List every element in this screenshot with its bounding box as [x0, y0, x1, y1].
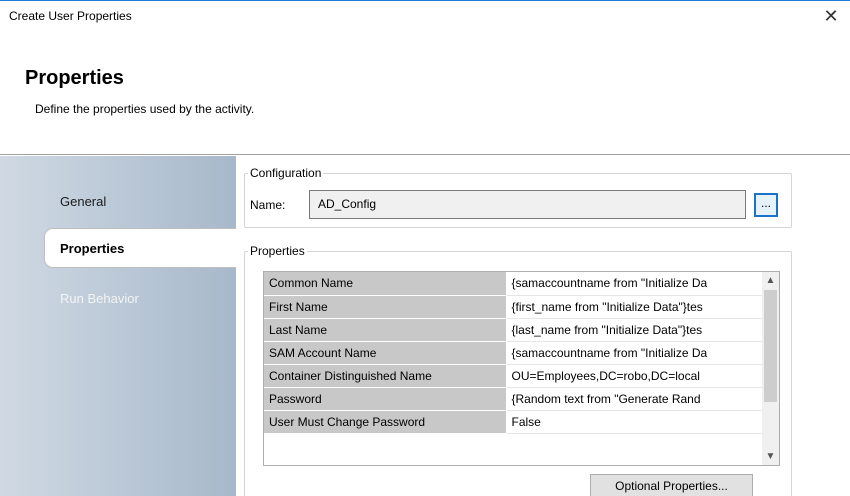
property-name: Last Name: [264, 318, 507, 342]
sidebar-item-general[interactable]: General: [60, 194, 106, 209]
sidebar-item-run-behavior[interactable]: Run Behavior: [60, 291, 139, 306]
properties-grid[interactable]: Common Name {samaccountname from "Initia…: [263, 271, 780, 466]
property-value[interactable]: {Random text from "Generate Rand: [506, 387, 762, 411]
property-value[interactable]: False: [506, 410, 762, 434]
table-row[interactable]: User Must Change Password False: [264, 410, 762, 434]
title-bar: Create User Properties ✕: [0, 0, 850, 32]
table-row[interactable]: Common Name {samaccountname from "Initia…: [264, 272, 762, 296]
window-title: Create User Properties: [9, 9, 132, 23]
table-row[interactable]: First Name {first_name from "Initialize …: [264, 295, 762, 319]
property-value[interactable]: {first_name from "Initialize Data"}tes: [506, 295, 762, 319]
chevron-down-icon[interactable]: ▼: [762, 448, 779, 465]
table-row[interactable]: SAM Account Name {samaccountname from "I…: [264, 341, 762, 365]
optional-properties-button[interactable]: Optional Properties...: [590, 474, 753, 496]
sidebar-item-properties[interactable]: Properties: [44, 228, 240, 268]
property-value[interactable]: {samaccountname from "Initialize Da: [506, 341, 762, 365]
content-panel: Configuration Name: AD_Config ... Proper…: [236, 156, 850, 496]
close-icon[interactable]: ✕: [818, 4, 844, 28]
vertical-scrollbar[interactable]: ▲ ▼: [762, 272, 779, 465]
sidebar-item-label: Properties: [60, 241, 125, 256]
sidebar: General Properties Run Behavior: [0, 156, 240, 496]
property-name: Password: [264, 387, 507, 411]
property-value[interactable]: OU=Employees,DC=robo,DC=local: [506, 364, 762, 388]
table-row[interactable]: Container Distinguished Name OU=Employee…: [264, 364, 762, 388]
table-row[interactable]: Last Name {last_name from "Initialize Da…: [264, 318, 762, 342]
property-name: SAM Account Name: [264, 341, 507, 365]
configuration-legend: Configuration: [250, 166, 322, 180]
browse-configuration-button[interactable]: ...: [754, 193, 778, 217]
property-name: First Name: [264, 295, 507, 319]
page-description: Define the properties used by the activi…: [35, 102, 255, 116]
property-name: Container Distinguished Name: [264, 364, 507, 388]
property-value[interactable]: {samaccountname from "Initialize Da: [506, 272, 762, 296]
properties-legend: Properties: [250, 244, 305, 258]
configuration-name-field[interactable]: AD_Config: [309, 190, 746, 219]
property-value[interactable]: {last_name from "Initialize Data"}tes: [506, 318, 762, 342]
page-title: Properties: [25, 67, 124, 89]
property-name: User Must Change Password: [264, 410, 507, 434]
property-name: Common Name: [264, 272, 507, 296]
chevron-up-icon[interactable]: ▲: [762, 272, 779, 289]
name-label: Name:: [250, 198, 286, 212]
scrollbar-thumb[interactable]: [764, 290, 777, 402]
page-header: Properties Define the properties used by…: [0, 32, 850, 154]
table-row[interactable]: Password {Random text from "Generate Ran…: [264, 387, 762, 411]
